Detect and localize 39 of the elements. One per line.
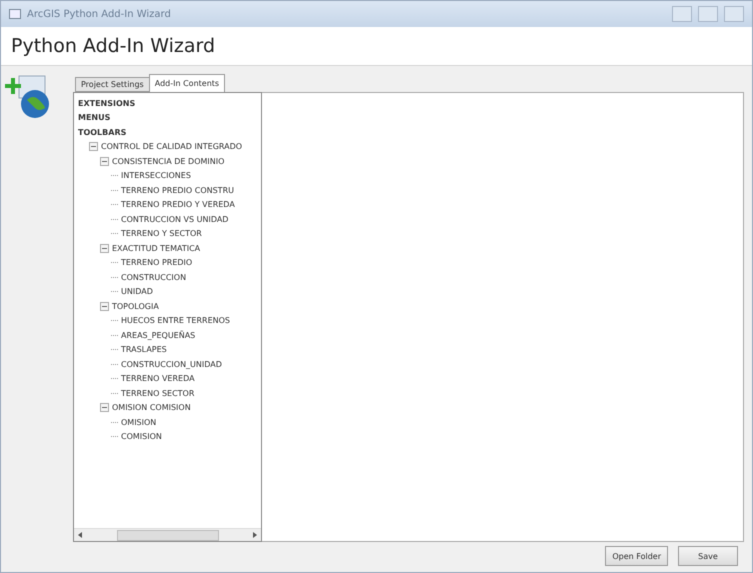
- tree-item[interactable]: CONSISTENCIA DE DOMINIO: [112, 156, 224, 166]
- tree-item[interactable]: OMISION: [121, 418, 156, 427]
- tree-item[interactable]: EXACTITUD TEMATICA: [112, 244, 200, 253]
- tree-item[interactable]: EXTENSIONS: [78, 98, 136, 108]
- expander-icon[interactable]: [100, 302, 109, 311]
- tree-item[interactable]: AREAS_PEQUEÑAS: [121, 330, 196, 340]
- tab[interactable]: Add-In Contents: [148, 74, 226, 92]
- tree-item[interactable]: TERRENO VEREDA: [121, 374, 195, 384]
- tree-item[interactable]: INTERSECCIONES: [121, 171, 191, 180]
- tree-item[interactable]: CONSTRUCCION: [121, 272, 186, 282]
- tree-item[interactable]: OMISION COMISION: [112, 403, 191, 412]
- tree-item[interactable]: CONSTRUCCION_UNIDAD: [121, 360, 222, 369]
- tree-item[interactable]: TERRENO PREDIO CONSTRU: [121, 186, 234, 195]
- scroll-right-icon[interactable]: [253, 532, 257, 538]
- tree-item[interactable]: TERRENO PREDIO: [121, 258, 192, 268]
- tree-item[interactable]: TOPOLOGIA: [112, 302, 159, 311]
- tree-item[interactable]: UNIDAD: [121, 287, 153, 296]
- tree-item[interactable]: CONTROL DE CALIDAD INTEGRADO: [101, 142, 242, 152]
- tree-item[interactable]: TRASLAPES: [121, 345, 167, 354]
- tree-item[interactable]: CONTRUCCION VS UNIDAD: [121, 214, 228, 224]
- expander-icon[interactable]: [100, 403, 109, 412]
- wizard-title: Python Add-In Wizard: [11, 35, 216, 57]
- dialog-button[interactable]: Open Folder: [605, 546, 668, 566]
- tree-item[interactable]: TERRENO SECTOR: [121, 388, 194, 398]
- window-title: ArcGIS Python Add-In Wizard: [27, 8, 172, 20]
- expander-icon[interactable]: [89, 142, 98, 152]
- dialog-button[interactable]: Save: [678, 546, 738, 566]
- tree-item[interactable]: HUECOS ENTRE TERRENOS: [121, 316, 230, 326]
- tree-item[interactable]: TOOLBARS: [78, 128, 126, 137]
- tree-item[interactable]: TERRENO PREDIO Y VEREDA: [121, 200, 235, 210]
- scroll-left-icon[interactable]: [78, 532, 82, 538]
- app-icon: [9, 9, 21, 19]
- tab[interactable]: Project Settings: [75, 77, 150, 92]
- tree-item[interactable]: COMISION: [121, 432, 162, 442]
- horizontal-scrollbar[interactable]: [74, 528, 261, 541]
- tree-item[interactable]: TERRENO Y SECTOR: [121, 229, 202, 238]
- tree-item[interactable]: MENUS: [78, 113, 110, 122]
- expander-icon[interactable]: [100, 156, 109, 166]
- expander-icon[interactable]: [100, 244, 109, 253]
